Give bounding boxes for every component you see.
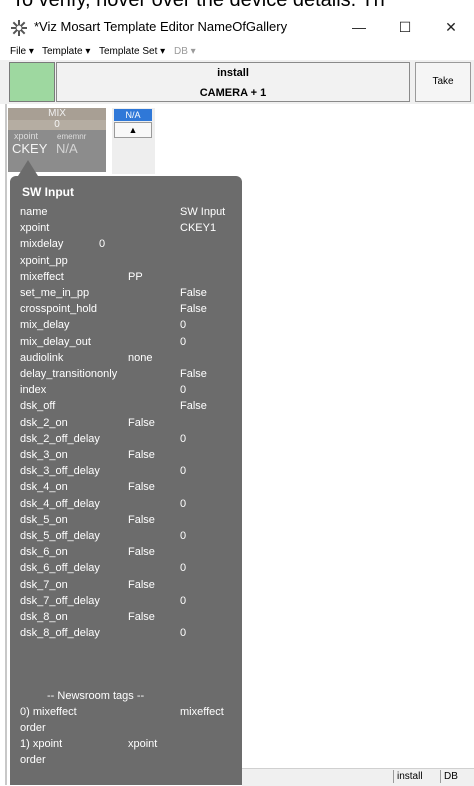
maximize-button[interactable]: ☐: [382, 14, 428, 40]
tooltip-key: dsk_3_off_delay: [20, 465, 100, 477]
newsroom-tag-value: xpoint: [128, 738, 158, 750]
tooltip-title: SW Input: [22, 185, 74, 199]
arrow-up-icon: ▲: [128, 125, 138, 135]
tooltip-key: dsk_2_on: [20, 417, 68, 429]
tooltip-key: dsk_2_off_delay: [20, 433, 100, 445]
tooltip-value: False: [128, 514, 155, 526]
newsroom-tag-extra: order: [20, 754, 46, 766]
tooltip-key: dsk_8_off_delay: [20, 627, 100, 639]
tooltip-key: mix_delay_out: [20, 336, 91, 348]
tooltip-value: 0: [180, 627, 187, 639]
mix-na-label: N/A: [56, 141, 78, 156]
tooltip-key: audiolink: [20, 352, 64, 364]
tooltip-value: False: [180, 287, 207, 299]
tooltip-key: index: [20, 384, 47, 396]
scroll-up-button[interactable]: ▲: [114, 122, 152, 138]
tooltip-value: 0: [99, 238, 106, 250]
app-icon: [10, 19, 28, 37]
tooltip-key: name: [20, 206, 48, 218]
menu-file[interactable]: File ▾: [10, 45, 34, 59]
tooltip-value: 0: [180, 465, 187, 477]
panel-border: [5, 104, 7, 785]
tooltip-pointer: [18, 160, 38, 176]
status-install: install: [397, 771, 423, 782]
newsroom-tag-key: 1) xpoint: [20, 738, 63, 750]
template-color-swatch[interactable]: [9, 62, 55, 102]
tooltip-key: dsk_4_on: [20, 481, 68, 493]
take-button[interactable]: Take: [415, 62, 471, 102]
minimize-button[interactable]: —: [336, 14, 382, 40]
tooltip-value: False: [180, 303, 207, 315]
tooltip-value: False: [128, 546, 155, 558]
na-column-header[interactable]: N/A: [114, 109, 152, 121]
newsroom-tag-value: mixeffect: [180, 706, 224, 718]
close-button[interactable]: ✕: [428, 14, 474, 40]
xpoint-label: xpoint: [14, 131, 39, 141]
tooltip-key: xpoint: [20, 222, 50, 234]
tooltip-value: False: [128, 481, 155, 493]
banner-text: To verify, hover over the device details…: [12, 0, 385, 11]
tooltip-value: 0: [180, 319, 187, 331]
tooltip-key: set_me_in_pp: [20, 287, 90, 299]
newsroom-tag-key: 0) mixeffect: [20, 706, 77, 718]
tooltip-key: dsk_6_on: [20, 546, 68, 558]
tooltip-key: dsk_5_off_delay: [20, 530, 100, 542]
newsroom-tags-header: -- Newsroom tags --: [47, 690, 145, 702]
menu-template[interactable]: Template ▾: [42, 45, 90, 59]
tooltip-value: False: [180, 400, 207, 412]
tooltip-key: dsk_7_on: [20, 579, 68, 591]
window-title: *Viz Mosart Template Editor NameOfGaller…: [34, 19, 288, 34]
tooltip-value: False: [128, 449, 155, 461]
tooltip-key: dsk_6_off_delay: [20, 562, 100, 574]
tooltip-key: mixeffect: [20, 271, 64, 283]
tooltip-key: dsk_4_off_delay: [20, 498, 100, 510]
newsroom-tag-extra: order: [20, 722, 46, 734]
tooltip-key: dsk_5_on: [20, 514, 68, 526]
ememnr-label: ememnr: [57, 132, 87, 141]
tooltip-value: False: [128, 611, 155, 623]
menu-db[interactable]: DB ▾: [174, 45, 196, 59]
tooltip-key: delay_transitiononly: [20, 368, 118, 380]
tooltip-value: 0: [180, 530, 187, 542]
template-type-label: install: [217, 67, 249, 79]
tooltip-value: CKEY1: [180, 222, 217, 234]
tooltip-value: 0: [180, 433, 187, 445]
tooltip-value: 0: [180, 498, 187, 510]
status-db: DB: [444, 771, 458, 782]
instruction-banner: To verify, hover over the device details…: [0, 0, 474, 12]
tooltip-value: 0: [180, 562, 187, 574]
tooltip-value: none: [128, 352, 153, 364]
tooltip-value: SW Input: [180, 206, 226, 218]
tooltip-value: False: [128, 417, 155, 429]
menu-template-set[interactable]: Template Set ▾: [99, 45, 165, 59]
tooltip-key: xpoint_pp: [20, 255, 68, 267]
tooltip-key: crosspoint_hold: [20, 303, 98, 315]
tooltip-value: 0: [180, 336, 187, 348]
ckey-label[interactable]: CKEY: [12, 141, 47, 156]
tooltip-key: dsk_7_off_delay: [20, 595, 100, 607]
tooltip-key: mix_delay: [20, 319, 70, 331]
mix-value: 0: [54, 119, 60, 130]
tooltip-value: 0: [180, 384, 187, 396]
status-separator: [440, 770, 441, 783]
status-separator: [393, 770, 394, 783]
tooltip-value: False: [128, 579, 155, 591]
tooltip-value: False: [180, 368, 207, 380]
tooltip-key: mixdelay: [20, 238, 64, 250]
template-variant-label: CAMERA + 1: [199, 87, 267, 99]
tooltip-value: 0: [180, 595, 187, 607]
tooltip-key: dsk_8_on: [20, 611, 68, 623]
tooltip-key: dsk_3_on: [20, 449, 68, 461]
tooltip-key: dsk_off: [20, 400, 56, 412]
tooltip-value: PP: [128, 271, 143, 283]
